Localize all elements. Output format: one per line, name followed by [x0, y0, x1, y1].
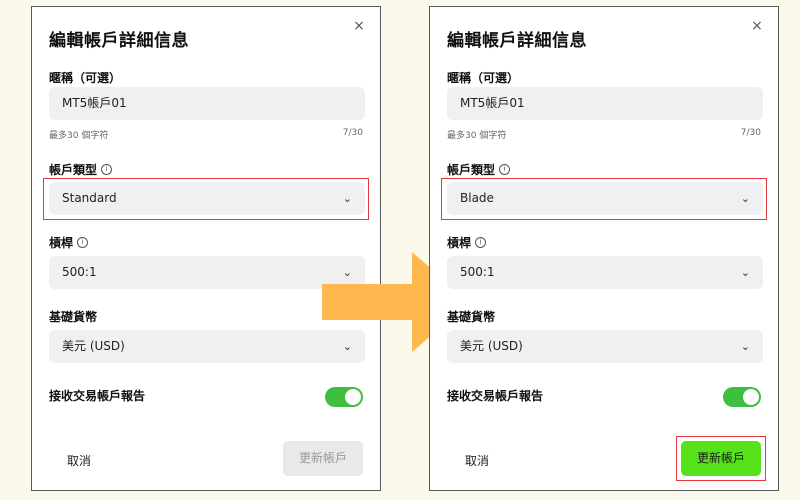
dialog-title: 編輯帳戶詳細信息	[49, 31, 189, 51]
nickname-input[interactable]: MT5帳戶01	[447, 87, 763, 120]
report-toggle[interactable]	[325, 387, 363, 407]
currency-select[interactable]: 美元 (USD) ⌄	[49, 330, 365, 363]
leverage-label-text: 槓桿	[49, 236, 74, 250]
leverage-label-text: 槓桿	[447, 236, 472, 250]
currency-select[interactable]: 美元 (USD) ⌄	[447, 330, 763, 363]
currency-label: 基礎貨幣	[447, 308, 495, 325]
account-type-value: Blade	[460, 191, 494, 205]
toggle-knob	[345, 389, 361, 405]
account-type-label-text: 帳戶類型	[447, 163, 496, 177]
cancel-button[interactable]: 取消	[67, 452, 91, 469]
info-icon[interactable]: i	[101, 164, 113, 175]
nickname-hint: 最多30 個字符	[49, 131, 109, 141]
currency-label: 基礎貨幣	[49, 308, 97, 325]
account-type-label-text: 帳戶類型	[49, 163, 98, 177]
report-toggle[interactable]	[723, 387, 761, 407]
leverage-select[interactable]: 500:1 ⌄	[447, 256, 763, 289]
info-icon[interactable]: i	[77, 237, 89, 248]
nickname-label: 暱稱（可選）	[49, 69, 121, 86]
nickname-hint: 最多30 個字符	[447, 131, 507, 141]
currency-label-text: 基礎貨幣	[49, 310, 98, 324]
account-type-value: Standard	[62, 191, 117, 205]
update-account-button[interactable]: 更新帳戶	[681, 441, 761, 476]
currency-value: 美元 (USD)	[62, 339, 125, 353]
nickname-char-count: 7/30	[342, 128, 363, 138]
edit-account-dialog-before: × 編輯帳戶詳細信息 暱稱（可選） MT5帳戶01 最多30 個字符 7/30 …	[31, 6, 381, 491]
chevron-down-icon: ⌄	[740, 266, 750, 279]
nickname-input[interactable]: MT5帳戶01	[49, 87, 365, 120]
dialog-title: 編輯帳戶詳細信息	[447, 31, 587, 51]
close-icon[interactable]: ×	[750, 19, 764, 33]
cancel-button[interactable]: 取消	[465, 452, 489, 469]
nickname-value: MT5帳戶01	[62, 96, 127, 110]
chevron-down-icon: ⌄	[342, 192, 352, 205]
edit-account-dialog-after: × 編輯帳戶詳細信息 暱稱（可選） MT5帳戶01 最多30 個字符 7/30 …	[429, 6, 779, 491]
report-label: 接收交易帳戶報告	[49, 387, 145, 404]
leverage-label: 槓桿 i	[447, 234, 487, 251]
chevron-down-icon: ⌄	[740, 192, 750, 205]
chevron-down-icon: ⌄	[740, 340, 750, 353]
account-type-select[interactable]: Standard ⌄	[49, 182, 365, 215]
report-label-text: 接收交易帳戶報告	[49, 389, 146, 403]
info-icon[interactable]: i	[475, 237, 487, 248]
nickname-char-count: 7/30	[740, 128, 761, 138]
leverage-select[interactable]: 500:1 ⌄	[49, 256, 365, 289]
report-label-text: 接收交易帳戶報告	[447, 389, 544, 403]
update-account-button[interactable]: 更新帳戶	[283, 441, 363, 476]
close-icon[interactable]: ×	[352, 19, 366, 33]
account-type-label: 帳戶類型 i	[447, 161, 511, 178]
info-icon[interactable]: i	[499, 164, 511, 175]
currency-value: 美元 (USD)	[460, 339, 523, 353]
nickname-label-text: 暱稱（可選）	[49, 71, 122, 85]
leverage-label: 槓桿 i	[49, 234, 89, 251]
leverage-value: 500:1	[62, 265, 97, 279]
currency-label-text: 基礎貨幣	[447, 310, 496, 324]
toggle-knob	[743, 389, 759, 405]
account-type-select[interactable]: Blade ⌄	[447, 182, 763, 215]
account-type-label: 帳戶類型 i	[49, 161, 113, 178]
nickname-value: MT5帳戶01	[460, 96, 525, 110]
leverage-value: 500:1	[460, 265, 495, 279]
nickname-label: 暱稱（可選）	[447, 69, 519, 86]
report-label: 接收交易帳戶報告	[447, 387, 543, 404]
nickname-label-text: 暱稱（可選）	[447, 71, 520, 85]
